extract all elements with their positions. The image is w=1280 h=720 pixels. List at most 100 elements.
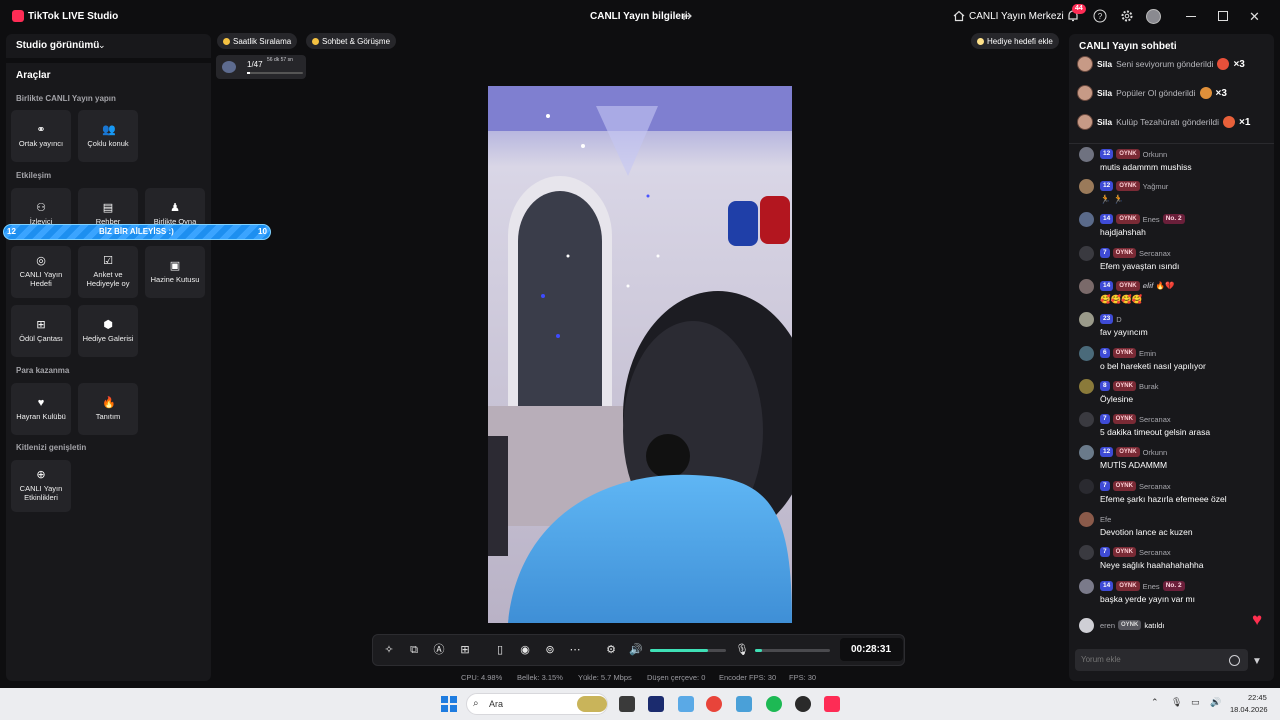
multi-guest-tile[interactable]: 👥 Çoklu konuk xyxy=(78,110,138,162)
mic-slider[interactable] xyxy=(755,649,830,652)
chat-username[interactable]: D xyxy=(1116,315,1121,324)
poll-tile[interactable]: ☑ Anket ve Hediyeyle oy xyxy=(78,246,138,298)
gear-icon[interactable] xyxy=(1120,9,1134,23)
taskbar-date: 18.04.2026 xyxy=(1230,705,1268,714)
phone-icon[interactable]: ▯ xyxy=(493,643,507,657)
task-view-icon[interactable] xyxy=(619,696,635,712)
maximize-button[interactable] xyxy=(1218,11,1228,21)
tray-chevron-icon[interactable]: ⌃ xyxy=(1151,697,1159,708)
chat-username[interactable]: Emin xyxy=(1139,349,1156,358)
share-icon[interactable] xyxy=(682,10,694,22)
network-app-icon[interactable] xyxy=(736,696,752,712)
comment-input[interactable] xyxy=(1081,655,1221,664)
banner-right-count: 10 xyxy=(258,227,267,236)
guide-icon: ▤ xyxy=(102,201,114,214)
record-icon[interactable]: ◉ xyxy=(518,643,532,657)
chat-username[interactable]: Sercanax xyxy=(1139,548,1171,557)
camera-feed-image xyxy=(488,86,792,623)
chat-username[interactable]: Enes xyxy=(1143,582,1160,591)
chat-divider xyxy=(1069,143,1274,144)
microphone-icon[interactable]: 🎙 xyxy=(735,643,749,657)
minimize-button[interactable] xyxy=(1186,16,1196,17)
start-tile xyxy=(450,705,457,712)
level-badge: 12 xyxy=(1100,149,1114,159)
chat-text: Efem yavaştan ısındı xyxy=(1100,261,1180,271)
live-goal-tile[interactable]: ◎ CANLI Yayın Hedefi xyxy=(11,246,71,298)
banner-left-count: 12 xyxy=(7,227,16,236)
filter-icon[interactable]: ▼ xyxy=(1252,656,1262,667)
chat-username[interactable]: 𝒆𝒍𝒊𝒇 🔥💔 xyxy=(1143,281,1175,291)
hourly-ranking-pill[interactable]: Saatlik Sıralama xyxy=(217,33,298,49)
users-icon: 👥 xyxy=(102,123,116,136)
ai-effects-icon[interactable]: Ⓐ xyxy=(432,643,446,657)
chat-meet-pill[interactable]: Sohbet & Görüşme xyxy=(306,33,397,49)
chat-username[interactable]: Enes xyxy=(1143,215,1160,224)
close-button[interactable]: ✕ xyxy=(1249,9,1260,25)
screen-share-icon[interactable]: ⧉ xyxy=(407,643,421,657)
mixer-icon[interactable]: ⚙ xyxy=(604,643,618,657)
fan-badge: OYNK xyxy=(1112,248,1136,258)
user-avatar xyxy=(1079,146,1094,162)
gift-gallery-tile[interactable]: ⬢ Hediye Galerisi xyxy=(78,305,138,357)
chat-username[interactable]: Sercanax xyxy=(1139,249,1171,258)
gift-goal-pill[interactable]: Hediye hedefi ekle xyxy=(971,33,1059,49)
chrome-icon[interactable] xyxy=(706,696,722,712)
speaker-icon[interactable]: 🔊 xyxy=(629,643,643,657)
profile-avatar[interactable] xyxy=(1146,9,1161,24)
add-source-icon[interactable]: ⊞ xyxy=(458,643,472,657)
tray-mic-icon[interactable]: 🎙 xyxy=(1171,697,1182,708)
chat-username[interactable]: Orkunn xyxy=(1143,150,1168,159)
co-host-tile[interactable]: ⚭ Ortak yayıncı xyxy=(11,110,71,162)
treasure-box-tile[interactable]: ▣ Hazine Kutusu xyxy=(145,246,205,298)
after-effects-icon[interactable] xyxy=(648,696,664,712)
live-video-preview xyxy=(488,86,792,623)
chat-message: 12 OYNK Orkunn mutis adammm mushiss xyxy=(1079,146,1265,172)
promote-tile[interactable]: 🔥 Tanıtım xyxy=(78,383,138,435)
help-icon[interactable]: ? xyxy=(1093,9,1107,23)
chat-username[interactable]: Orkunn xyxy=(1143,448,1168,457)
progress-time: 56 dk 57 sn xyxy=(267,57,293,63)
fan-badge: OYNK xyxy=(1112,381,1136,391)
user-avatar xyxy=(1079,345,1094,361)
chat-username[interactable]: Efe xyxy=(1100,515,1111,524)
windows-start-icon[interactable] xyxy=(441,696,457,712)
tools-title: Araçlar xyxy=(16,70,51,81)
studio-view-dropdown[interactable]: Studio görünümü xyxy=(16,40,99,51)
encoder-fps-stat: Encoder FPS: 30 xyxy=(719,673,777,682)
app-icon[interactable] xyxy=(678,696,694,712)
chevron-down-icon[interactable]: ⌄ xyxy=(98,40,106,51)
tiktok-taskbar-icon[interactable] xyxy=(824,696,840,712)
user-avatar xyxy=(1079,478,1094,494)
chat-text: başka yerde yayın var mı xyxy=(1100,594,1195,604)
ranking-icon xyxy=(223,37,230,45)
chat-username[interactable]: Yağmur xyxy=(1143,182,1169,191)
chat-text: fav yayıncım xyxy=(1100,327,1148,337)
tray-network-icon[interactable]: ▭ xyxy=(1191,697,1200,708)
search-highlight-icon[interactable] xyxy=(577,696,607,712)
chat-username[interactable]: Burak xyxy=(1139,382,1159,391)
section-monetize: Para kazanma xyxy=(16,366,70,375)
live-center-link[interactable]: CANLI Yayın Merkezi xyxy=(969,11,1064,22)
live-events-tile[interactable]: ⊕ CANLI Yayın Etkinlikleri xyxy=(11,460,71,512)
chat-username[interactable]: Sercanax xyxy=(1139,415,1171,424)
obs-icon[interactable] xyxy=(795,696,811,712)
chat-username[interactable]: Sercanax xyxy=(1139,482,1171,491)
heart-like-icon[interactable]: ♥ xyxy=(1252,610,1262,630)
reward-bag-tile[interactable]: ⊞ Ödül Çantası xyxy=(11,305,71,357)
fan-badge: OYNK xyxy=(1116,149,1140,159)
user-avatar xyxy=(1077,85,1093,101)
mic-slider-fill xyxy=(755,649,762,652)
level-badge: 23 xyxy=(1100,314,1114,324)
more-icon[interactable]: ⋯ xyxy=(568,643,582,657)
live-info-title[interactable]: CANLI Yayın bilgileri xyxy=(590,11,688,22)
emoji-icon[interactable] xyxy=(1229,655,1240,666)
spotify-icon[interactable] xyxy=(766,696,782,712)
bag-icon: ⊞ xyxy=(36,318,46,331)
home-icon[interactable] xyxy=(953,10,965,22)
fan-club-tile[interactable]: ♥ Hayran Kulübü xyxy=(11,383,71,435)
tray-volume-icon[interactable]: 🔊 xyxy=(1210,697,1221,708)
user-avatar xyxy=(1079,245,1094,261)
svg-text:?: ? xyxy=(1098,12,1103,21)
magic-wand-icon[interactable]: ✧ xyxy=(382,643,396,657)
camera-switch-icon[interactable]: ⊚ xyxy=(543,643,557,657)
